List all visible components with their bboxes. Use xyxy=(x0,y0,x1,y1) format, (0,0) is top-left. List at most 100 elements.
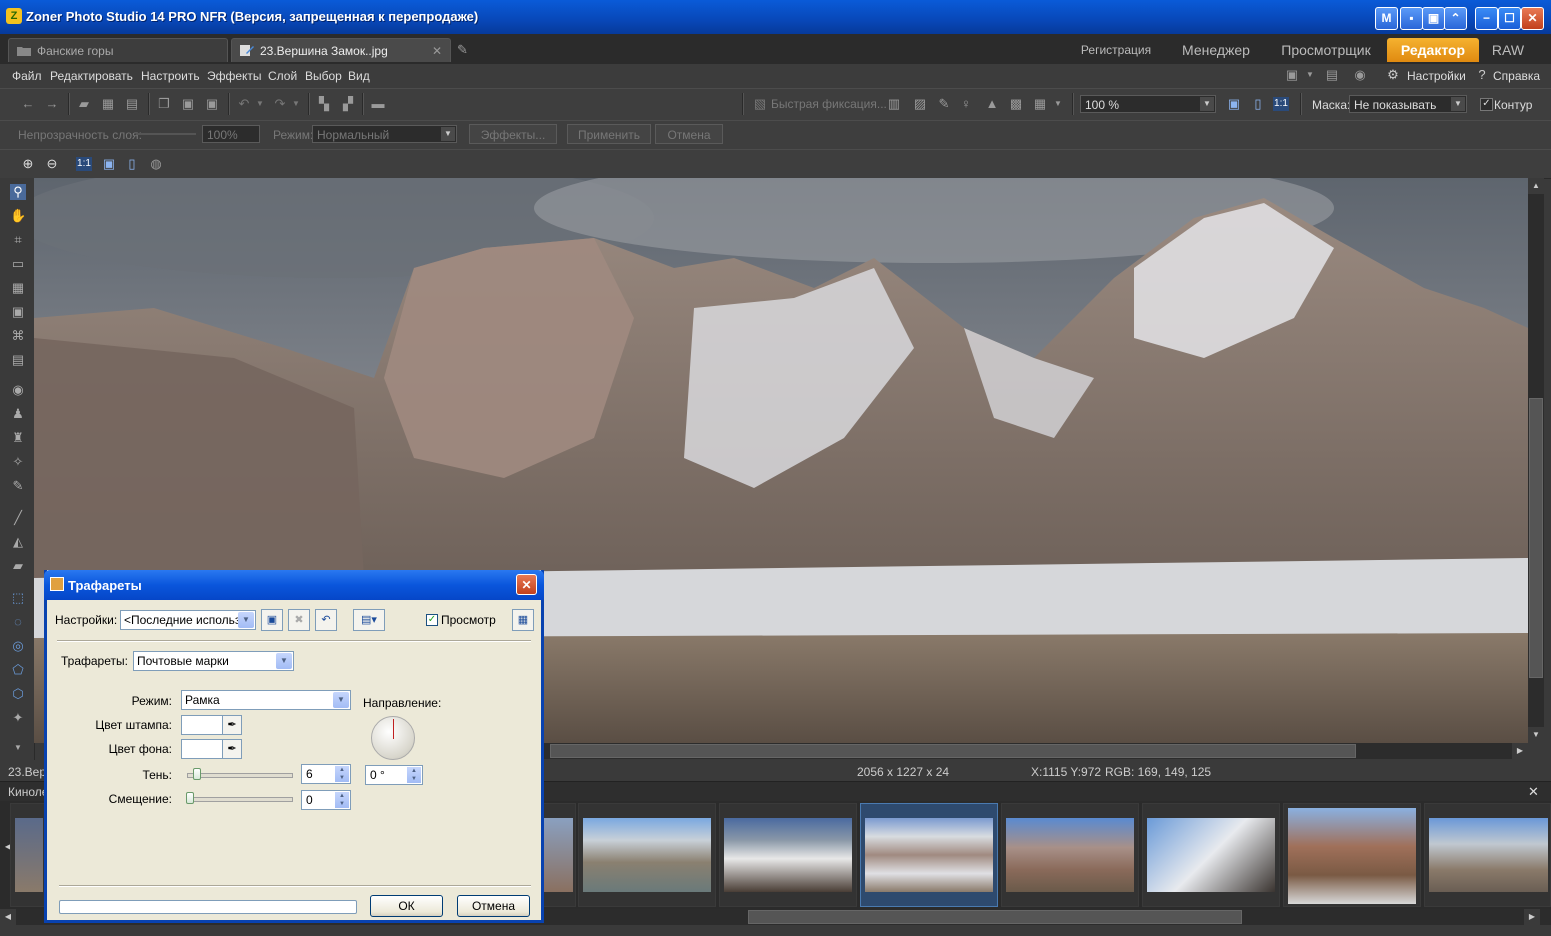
gear-icon[interactable]: ⚙ xyxy=(1385,68,1401,82)
ok-button[interactable]: ОК xyxy=(370,895,443,917)
layout-button[interactable]: ▦ xyxy=(512,609,534,631)
blend-mode-select[interactable]: Нормальный ▼ xyxy=(312,125,457,143)
dialog-close-button[interactable]: ✕ xyxy=(516,574,537,595)
extra-button-4[interactable]: ⌃ xyxy=(1444,7,1467,30)
eraser-icon[interactable]: ▰ xyxy=(10,558,26,574)
undo-icon[interactable]: ↶ xyxy=(236,97,252,111)
crop-icon[interactable]: ▚ xyxy=(316,97,332,111)
copy-icon[interactable]: ❐ xyxy=(156,97,172,111)
scroll-up-icon[interactable]: ▲ xyxy=(1528,178,1544,194)
lasso-icon[interactable]: ◎ xyxy=(10,638,26,654)
fit-vertical-icon[interactable]: ▯ xyxy=(124,157,140,171)
mode-select[interactable]: Рамка ▼ xyxy=(181,690,351,710)
chevron-down-icon[interactable]: ▼ xyxy=(288,97,304,111)
reset-button[interactable]: ↶ xyxy=(315,609,337,631)
hand-icon[interactable]: ✋ xyxy=(10,208,26,224)
thumbnail[interactable] xyxy=(1142,803,1280,907)
poly-lasso-icon[interactable]: ⬠ xyxy=(10,662,26,678)
thumbnail[interactable] xyxy=(1283,803,1421,907)
vertical-scrollbar[interactable]: ▲ ▼ xyxy=(1528,178,1544,743)
menu-help[interactable]: Справка xyxy=(1493,69,1540,83)
filmstrip-close-icon[interactable]: ✕ xyxy=(1528,784,1539,800)
magnifier-icon[interactable]: ⚲ xyxy=(10,184,26,200)
print-icon[interactable]: ▤ xyxy=(124,97,140,111)
mode-tab-register[interactable]: Регистрация xyxy=(1078,38,1154,62)
menu-select[interactable]: Выбор xyxy=(305,69,342,83)
scroll-left-icon[interactable]: ◀ xyxy=(0,909,16,925)
zoom-out-icon[interactable]: ⊖ xyxy=(44,157,60,171)
distort-icon[interactable]: ⌘ xyxy=(10,328,26,344)
quick-fix-label[interactable]: Быстрая фиксация... xyxy=(771,97,887,111)
resize-icon[interactable]: ▞ xyxy=(340,97,356,111)
extra-button-1[interactable]: M xyxy=(1375,7,1398,30)
tab-close-icon[interactable]: ✕ xyxy=(432,39,442,63)
direction-dial[interactable] xyxy=(371,716,415,760)
menu-settings[interactable]: Настройки xyxy=(1407,69,1466,83)
redo-icon[interactable]: ↷ xyxy=(272,97,288,111)
apply-button[interactable]: Применить xyxy=(567,124,651,144)
thumbnail[interactable] xyxy=(578,803,716,907)
frame-icon[interactable]: ▣ xyxy=(10,304,26,320)
mode-tab-manager[interactable]: Менеджер xyxy=(1172,38,1260,62)
bg-color-swatch[interactable] xyxy=(181,739,223,759)
tab-current-image[interactable]: 23.Вершина Замок..jpg ✕ xyxy=(231,38,451,62)
scroll-right-icon[interactable]: ▶ xyxy=(1512,743,1528,759)
effects-button[interactable]: Эффекты... xyxy=(469,124,557,144)
forward-arrow-icon[interactable]: → xyxy=(44,97,60,111)
eyedropper-stamp-button[interactable]: ✒ xyxy=(222,715,242,735)
maximize-button[interactable]: ☐ xyxy=(1498,7,1521,30)
clone-stamp-icon[interactable]: ♟ xyxy=(10,406,26,422)
scroll-right-icon[interactable]: ▶ xyxy=(1524,909,1540,925)
thumbnail[interactable] xyxy=(540,803,576,907)
mode-tab-raw[interactable]: RAW xyxy=(1484,38,1532,62)
eyedropper-bg-button[interactable]: ✒ xyxy=(222,739,242,759)
filmstrip-scroll-thumb[interactable] xyxy=(748,910,1242,924)
badge-icon[interactable]: ▤ xyxy=(1324,68,1340,82)
mask-select[interactable]: Не показывать ▼ xyxy=(1349,95,1467,113)
cancel-layer-button[interactable]: Отмена xyxy=(655,124,723,144)
new-tab-icon[interactable]: ✎ xyxy=(457,42,475,58)
menu-adjust[interactable]: Настроить xyxy=(141,69,200,83)
stamp-color-swatch[interactable] xyxy=(181,715,223,735)
paste-icon[interactable]: ▣ xyxy=(180,97,196,111)
actual-size-icon[interactable]: 1:1 xyxy=(1273,97,1289,111)
crop-tool-icon[interactable]: ⌗ xyxy=(10,232,26,248)
gradient-icon[interactable]: ▤ xyxy=(10,352,26,368)
chevron-down-icon[interactable]: ▼ xyxy=(10,740,26,756)
image-icon[interactable]: ▩ xyxy=(1008,97,1024,111)
help-icon[interactable]: ? xyxy=(1474,68,1490,82)
straighten-icon[interactable]: ▭ xyxy=(10,256,26,272)
curves-icon[interactable]: ▨ xyxy=(912,97,928,111)
levels-icon[interactable]: ▥ xyxy=(886,97,902,111)
tab-fan-mountains[interactable]: Фанские горы xyxy=(8,38,228,62)
magic-wand-icon[interactable]: ✦ xyxy=(10,710,26,726)
close-button[interactable]: ✕ xyxy=(1521,7,1544,30)
export-icon[interactable]: ▦ xyxy=(1032,97,1048,111)
rect-select-icon[interactable]: ⬚ xyxy=(10,590,26,606)
brush-icon[interactable]: ✎ xyxy=(936,97,952,111)
extra-button-3[interactable]: ▣ xyxy=(1422,7,1445,30)
toolbar-menu-icon[interactable]: ▬ xyxy=(370,97,386,111)
menu-view[interactable]: Вид xyxy=(348,69,370,83)
cancel-button[interactable]: Отмена xyxy=(457,895,530,917)
scroll-down-icon[interactable]: ▼ xyxy=(1528,727,1544,743)
thumbnail[interactable] xyxy=(1001,803,1139,907)
save-preset-button[interactable]: ▣ xyxy=(261,609,283,631)
delete-preset-button[interactable]: ✖ xyxy=(288,609,310,631)
extra-button-2[interactable]: ▪ xyxy=(1400,7,1423,30)
quick-fix-icon[interactable]: ▧ xyxy=(752,97,768,111)
offset-slider-knob[interactable] xyxy=(186,792,194,804)
mode-tab-viewer[interactable]: Просмотрщик xyxy=(1272,38,1380,62)
zoom-tool-icon[interactable]: ◍ xyxy=(148,157,164,171)
perspective-icon[interactable]: ▦ xyxy=(10,280,26,296)
fill-icon[interactable]: ◭ xyxy=(10,534,26,550)
opacity-slider[interactable] xyxy=(136,133,196,135)
settings-select[interactable]: <Последние использо ▼ xyxy=(120,610,256,630)
menu-layer[interactable]: Слой xyxy=(268,69,297,83)
menu-edit[interactable]: Редактировать xyxy=(50,69,133,83)
open-folder-icon[interactable]: ▰ xyxy=(76,97,92,111)
menu-file[interactable]: Файл xyxy=(12,69,42,83)
sharpen-icon[interactable]: ▲ xyxy=(984,97,1000,111)
offset-slider-track[interactable] xyxy=(187,797,293,802)
red-eye-icon[interactable]: ◉ xyxy=(10,382,26,398)
